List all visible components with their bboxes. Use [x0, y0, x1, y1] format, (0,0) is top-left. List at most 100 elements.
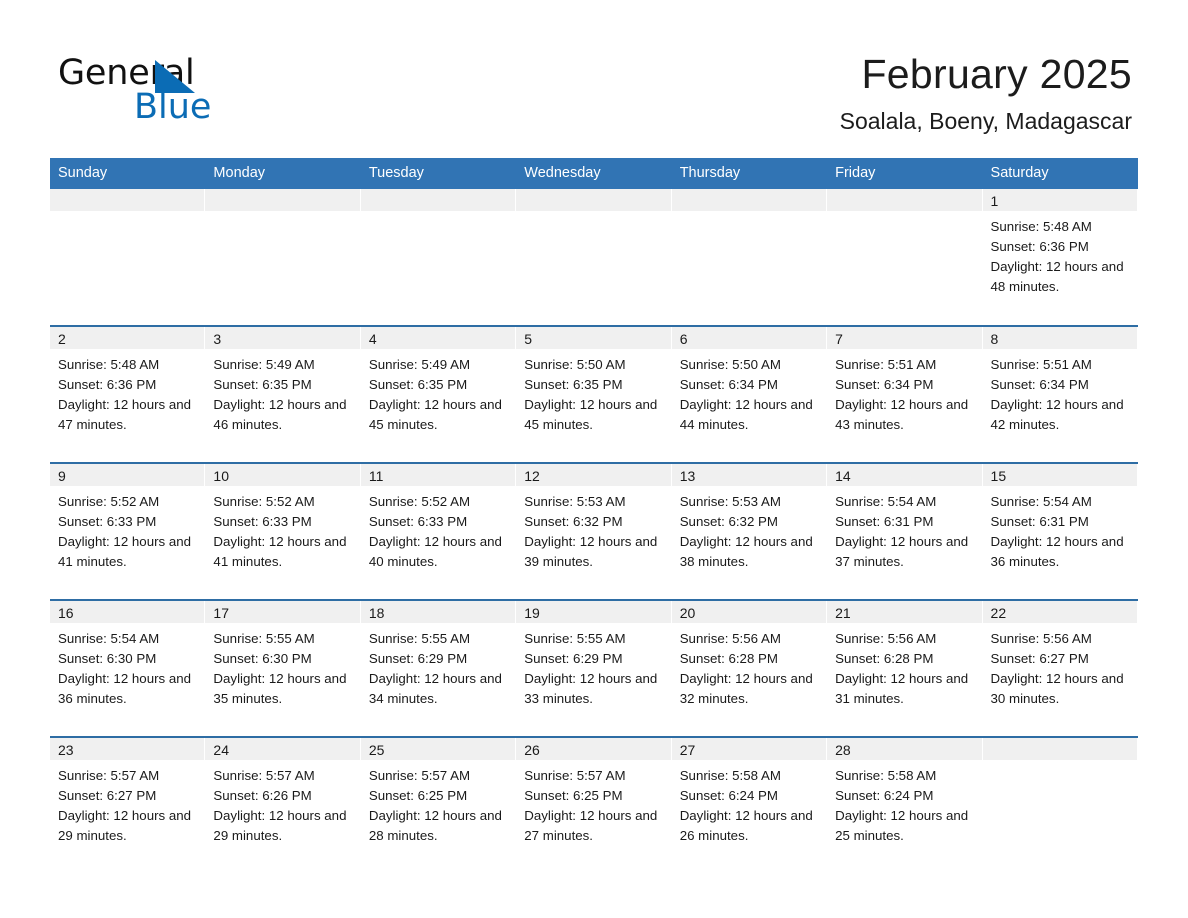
- day-number: 21: [835, 605, 851, 621]
- daylight-text: Daylight: 12 hours and 25 minutes.: [835, 808, 969, 843]
- daylight-text: Daylight: 12 hours and 38 minutes.: [679, 534, 813, 569]
- day-number: 15: [990, 468, 1007, 484]
- day-number: 9: [58, 468, 66, 484]
- calendar-table: Sunday Monday Tuesday Wednesday Thursday…: [50, 158, 1138, 873]
- sunset-text: Sunset: 6:29 PM: [368, 651, 468, 666]
- daylight-text: Daylight: 12 hours and 32 minutes.: [679, 671, 813, 706]
- daylight-text: Daylight: 12 hours and 27 minutes.: [524, 808, 658, 843]
- day-cell[interactable]: 12 Sunrise: 5:53 AM Sunset: 6:32 PM Dayligh…: [516, 462, 672, 600]
- day-cell[interactable]: 13 Sunrise: 5:53 AM Sunset: 6:32 PM Dayligh…: [671, 462, 828, 600]
- day-cell[interactable]: 23 Sunrise: 5:57 AM Sunset: 6:27 PM Dayligh…: [50, 736, 206, 873]
- daylight-text: Daylight: 12 hours and 36 minutes.: [990, 534, 1124, 569]
- weekday-header-saturday: Saturday: [982, 158, 1138, 189]
- sunset-text: Sunset: 6:34 PM: [835, 377, 934, 392]
- sunrise-text: Sunrise: 5:48 AM: [58, 357, 160, 372]
- weekday-header-thursday: Thursday: [671, 158, 828, 189]
- day-cell[interactable]: 18 Sunrise: 5:55 AM Sunset: 6:29 PM Dayligh…: [360, 599, 517, 737]
- day-number: 3: [213, 331, 222, 347]
- day-cell[interactable]: [982, 736, 1138, 873]
- day-cell[interactable]: [516, 189, 672, 326]
- day-number: 22: [990, 605, 1007, 621]
- sunrise-text: Sunrise: 5:58 AM: [679, 768, 781, 783]
- sunrise-text: Sunrise: 5:54 AM: [835, 494, 937, 509]
- day-cell[interactable]: 9 Sunrise: 5:52 AM Sunset: 6:33 PM Daylight…: [50, 462, 206, 600]
- day-cell[interactable]: 20 Sunrise: 5:56 AM Sunset: 6:28 PM Dayligh…: [671, 599, 828, 737]
- sunrise-text: Sunrise: 5:54 AM: [58, 631, 160, 646]
- sunrise-text: Sunrise: 5:57 AM: [58, 768, 160, 783]
- sunset-text: Sunset: 6:33 PM: [58, 514, 157, 529]
- weekday-header-monday: Monday: [205, 158, 361, 189]
- day-cell[interactable]: 28 Sunrise: 5:58 AM Sunset: 6:24 PM Dayligh…: [827, 736, 983, 873]
- day-number: 28: [835, 742, 851, 758]
- weekday-header-tuesday: Tuesday: [360, 158, 517, 189]
- sunrise-text: Sunrise: 5:52 AM: [368, 494, 471, 509]
- day-number: 8: [990, 331, 999, 347]
- weekday-header-sunday: Sunday: [50, 158, 206, 189]
- day-number: 11: [368, 468, 384, 484]
- day-cell[interactable]: 5 Sunrise: 5:50 AM Sunset: 6:35 PM Daylight…: [516, 325, 672, 463]
- daylight-text: Daylight: 12 hours and 40 minutes.: [368, 534, 502, 569]
- sunset-text: Sunset: 6:29 PM: [524, 651, 623, 666]
- daylight-text: Daylight: 12 hours and 30 minutes.: [990, 671, 1124, 706]
- day-cell[interactable]: 6 Sunrise: 5:50 AM Sunset: 6:34 PM Daylight…: [671, 325, 828, 463]
- day-cell[interactable]: 10 Sunrise: 5:52 AM Sunset: 6:33 PM Dayligh…: [205, 462, 361, 600]
- day-cell[interactable]: 24 Sunrise: 5:57 AM Sunset: 6:26 PM Dayligh…: [205, 736, 361, 873]
- day-cell[interactable]: 19 Sunrise: 5:55 AM Sunset: 6:29 PM Dayligh…: [516, 599, 672, 737]
- sunrise-text: Sunrise: 5:57 AM: [524, 768, 626, 783]
- day-cell[interactable]: 16 Sunrise: 5:54 AM Sunset: 6:30 PM Dayligh…: [50, 599, 206, 737]
- sunset-text: Sunset: 6:24 PM: [835, 788, 934, 803]
- day-cell[interactable]: 27 Sunrise: 5:58 AM Sunset: 6:24 PM Dayligh…: [671, 736, 828, 873]
- title-block: February 2025 Soalala, Boeny, Madagascar: [840, 50, 1132, 135]
- calendar-week-row: 16 Sunrise: 5:54 AM Sunset: 6:30 PM Dayligh…: [50, 599, 1138, 737]
- sunset-text: Sunset: 6:32 PM: [524, 514, 623, 529]
- sunset-text: Sunset: 6:36 PM: [990, 239, 1089, 254]
- sunset-text: Sunset: 6:32 PM: [679, 514, 778, 529]
- day-cell[interactable]: 22 Sunrise: 5:56 AM Sunset: 6:27 PM Dayligh…: [982, 599, 1138, 737]
- day-cell[interactable]: 1 Sunrise: 5:48 AM Sunset: 6:36 PM Daylight…: [982, 189, 1138, 326]
- sunrise-text: Sunrise: 5:55 AM: [213, 631, 315, 646]
- sunrise-text: Sunrise: 5:49 AM: [213, 357, 315, 372]
- day-cell[interactable]: 3 Sunrise: 5:49 AM Sunset: 6:35 PM Daylight…: [205, 325, 361, 463]
- day-cell[interactable]: [205, 189, 361, 326]
- daylight-text: Daylight: 12 hours and 45 minutes.: [368, 397, 502, 432]
- sunrise-text: Sunrise: 5:55 AM: [368, 631, 471, 646]
- daylight-text: Daylight: 12 hours and 42 minutes.: [990, 397, 1124, 432]
- day-number: 12: [524, 468, 540, 484]
- day-number: 27: [679, 742, 696, 758]
- day-cell[interactable]: [671, 189, 828, 326]
- sunrise-text: Sunrise: 5:52 AM: [213, 494, 315, 509]
- day-cell[interactable]: 2 Sunrise: 5:48 AM Sunset: 6:36 PM Daylight…: [50, 325, 206, 463]
- day-cell[interactable]: 17 Sunrise: 5:55 AM Sunset: 6:30 PM Dayligh…: [205, 599, 361, 737]
- day-cell[interactable]: 4 Sunrise: 5:49 AM Sunset: 6:35 PM Daylight…: [360, 325, 517, 463]
- day-cell[interactable]: [360, 189, 517, 326]
- day-cell[interactable]: 25 Sunrise: 5:57 AM Sunset: 6:25 PM Dayligh…: [360, 736, 517, 873]
- day-number: 1: [990, 193, 999, 209]
- page-title: February 2025: [861, 51, 1132, 97]
- day-cell[interactable]: 8 Sunrise: 5:51 AM Sunset: 6:34 PM Daylight…: [982, 325, 1138, 463]
- day-cell[interactable]: 21 Sunrise: 5:56 AM Sunset: 6:28 PM Dayligh…: [827, 599, 983, 737]
- sunset-text: Sunset: 6:33 PM: [368, 514, 468, 529]
- sunset-text: Sunset: 6:35 PM: [524, 377, 623, 392]
- daylight-text: Daylight: 12 hours and 29 minutes.: [213, 808, 347, 843]
- calendar-week-row: 9 Sunrise: 5:52 AM Sunset: 6:33 PM Daylight…: [50, 462, 1138, 600]
- sunrise-text: Sunrise: 5:48 AM: [990, 219, 1092, 234]
- sunrise-text: Sunrise: 5:56 AM: [679, 631, 781, 646]
- calendar-week-row: 2 Sunrise: 5:48 AM Sunset: 6:36 PM Daylight…: [50, 325, 1138, 463]
- day-number: 17: [213, 605, 229, 621]
- sunrise-text: Sunrise: 5:53 AM: [524, 494, 626, 509]
- daylight-text: Daylight: 12 hours and 43 minutes.: [835, 397, 969, 432]
- day-cell[interactable]: 14 Sunrise: 5:54 AM Sunset: 6:31 PM Dayligh…: [827, 462, 983, 600]
- day-cell[interactable]: [827, 189, 983, 326]
- daylight-text: Daylight: 12 hours and 35 minutes.: [213, 671, 347, 706]
- daylight-text: Daylight: 12 hours and 41 minutes.: [58, 534, 192, 569]
- day-cell[interactable]: [50, 189, 206, 326]
- day-cell[interactable]: 26 Sunrise: 5:57 AM Sunset: 6:25 PM Dayligh…: [516, 736, 672, 873]
- day-cell[interactable]: 7 Sunrise: 5:51 AM Sunset: 6:34 PM Daylight…: [827, 325, 983, 463]
- day-number: 20: [679, 605, 696, 621]
- sunset-text: Sunset: 6:34 PM: [990, 377, 1089, 392]
- day-number: 10: [213, 468, 229, 484]
- day-cell[interactable]: 15 Sunrise: 5:54 AM Sunset: 6:31 PM Dayligh…: [982, 462, 1138, 600]
- generalblue-logo[interactable]: General Blue: [58, 53, 318, 129]
- day-cell[interactable]: 11 Sunrise: 5:52 AM Sunset: 6:33 PM Dayligh…: [360, 462, 517, 600]
- calendar-week-row: 23 Sunrise: 5:57 AM Sunset: 6:27 PM Dayligh…: [50, 736, 1138, 873]
